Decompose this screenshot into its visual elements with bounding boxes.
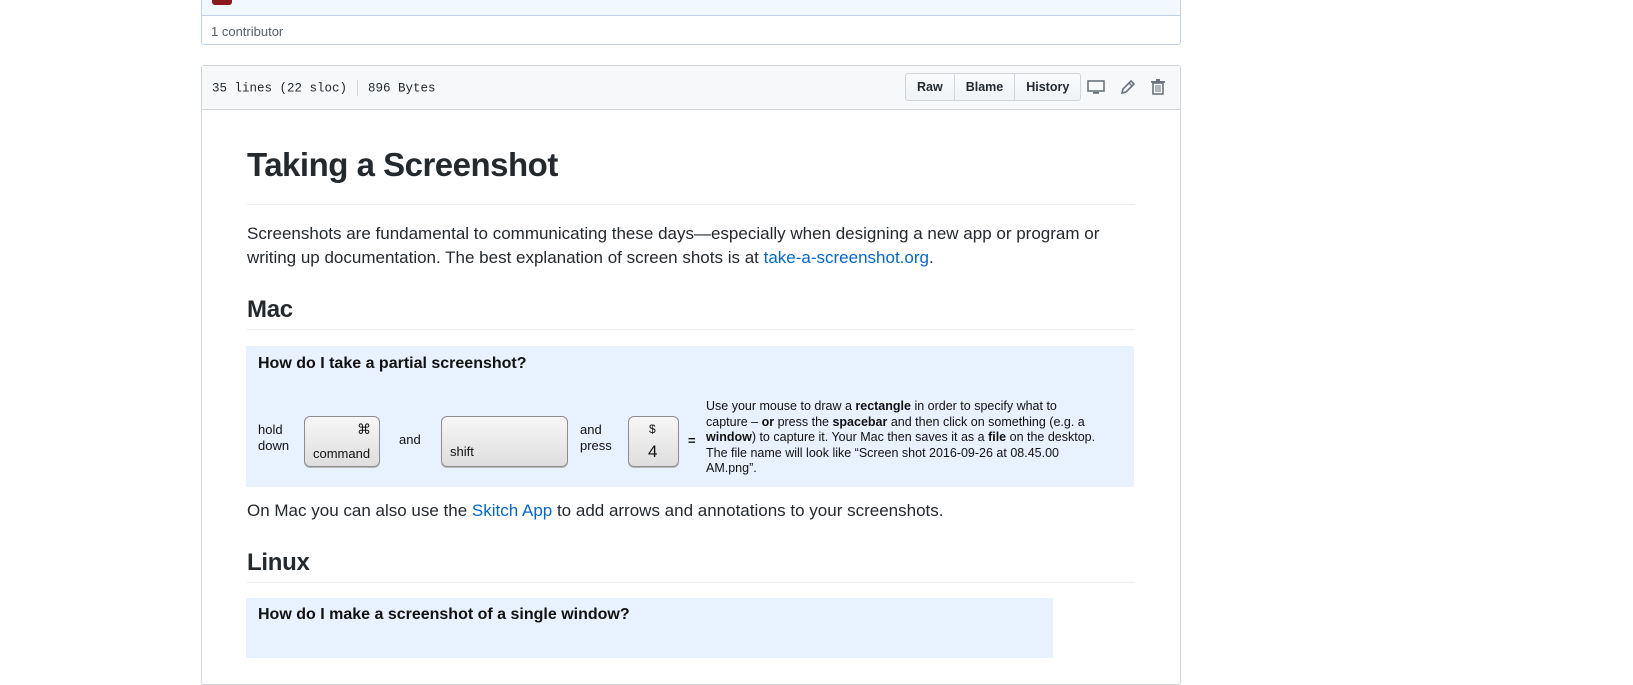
- commit-bar: [202, 0, 1180, 16]
- desc-bold: window: [706, 430, 752, 444]
- file-header: 35 lines (22 sloc) 896 Bytes Raw Blame Hi…: [202, 66, 1180, 110]
- desc-bold: spacebar: [832, 414, 888, 429]
- trash-icon[interactable]: [1148, 77, 1168, 97]
- page-title: Taking a Screenshot: [247, 146, 558, 183]
- mac-note-text: On Mac you can also use the: [247, 501, 472, 520]
- file-size: 896 Bytes: [368, 81, 436, 96]
- desc-text: press the: [774, 414, 833, 429]
- hold-down-label: hold down: [258, 422, 289, 454]
- linux-question: How do I make a screenshot of a single w…: [258, 606, 630, 623]
- command-key-label: command: [313, 446, 371, 461]
- shift-key-label: shift: [450, 444, 474, 459]
- shift-key: shift: [441, 416, 568, 467]
- down-text: down: [258, 438, 290, 453]
- line-count: 35 lines (22 sloc): [212, 81, 348, 96]
- pencil-icon[interactable]: [1118, 77, 1138, 97]
- avatar[interactable]: [212, 0, 232, 5]
- and-text: and: [580, 422, 602, 437]
- divider: [247, 582, 1135, 583]
- linux-instruction-box: How do I make a screenshot of a single w…: [246, 598, 1053, 658]
- skitch-app-link[interactable]: Skitch App: [472, 501, 552, 520]
- and-label: and: [399, 432, 421, 447]
- file-box: 35 lines (22 sloc) 896 Bytes Raw Blame Hi…: [201, 65, 1181, 685]
- divider: [247, 204, 1135, 205]
- mac-question: How do I take a partial screenshot?: [258, 355, 527, 372]
- intro-text: Screenshots are fundamental to communica…: [247, 224, 1100, 267]
- linux-heading: Linux: [247, 549, 310, 576]
- file-actions: Raw Blame History: [905, 73, 1082, 101]
- hold-text: hold: [258, 422, 283, 437]
- desc-text: and then click on something (e.g. a: [887, 414, 1085, 429]
- desc-bold: or: [761, 414, 775, 429]
- mac-description: Use your mouse to draw a rectangle in or…: [706, 399, 1101, 477]
- raw-button[interactable]: Raw: [905, 73, 955, 101]
- mac-note-suffix: to add arrows and annotations to your sc…: [552, 501, 944, 520]
- contributors-box: 1 contributor: [201, 0, 1181, 45]
- desc-bold: rectangle: [855, 399, 911, 413]
- mac-instruction-box: How do I take a partial screenshot? hold…: [246, 346, 1134, 487]
- dollar-symbol: $: [649, 422, 656, 436]
- four-key: $ 4: [628, 416, 679, 467]
- contributor-count[interactable]: 1 contributor: [211, 24, 283, 39]
- desc-text: ) to capture it. Your Mac then saves it …: [751, 430, 989, 444]
- file-info: 35 lines (22 sloc) 896 Bytes: [212, 80, 436, 96]
- history-button[interactable]: History: [1014, 73, 1082, 101]
- press-text: press: [580, 438, 612, 453]
- command-symbol-icon: ⌘: [357, 421, 371, 437]
- take-a-screenshot-link[interactable]: take-a-screenshot.org: [764, 248, 929, 267]
- desc-bold: file: [988, 430, 1007, 444]
- equals-sign: =: [688, 433, 696, 448]
- four-key-label: 4: [648, 442, 658, 461]
- desc-text: Use your mouse to draw a: [706, 399, 856, 413]
- mac-heading: Mac: [247, 296, 293, 323]
- intro-suffix: .: [928, 248, 934, 267]
- mac-note-paragraph: On Mac you can also use the Skitch App t…: [247, 499, 1127, 523]
- command-key: ⌘ command: [304, 416, 380, 467]
- divider: [247, 329, 1135, 330]
- divider: [357, 80, 359, 96]
- and-press-label: and press: [580, 422, 612, 454]
- desktop-icon[interactable]: [1086, 77, 1106, 97]
- blame-button[interactable]: Blame: [953, 73, 1016, 101]
- intro-paragraph: Screenshots are fundamental to communica…: [247, 222, 1127, 270]
